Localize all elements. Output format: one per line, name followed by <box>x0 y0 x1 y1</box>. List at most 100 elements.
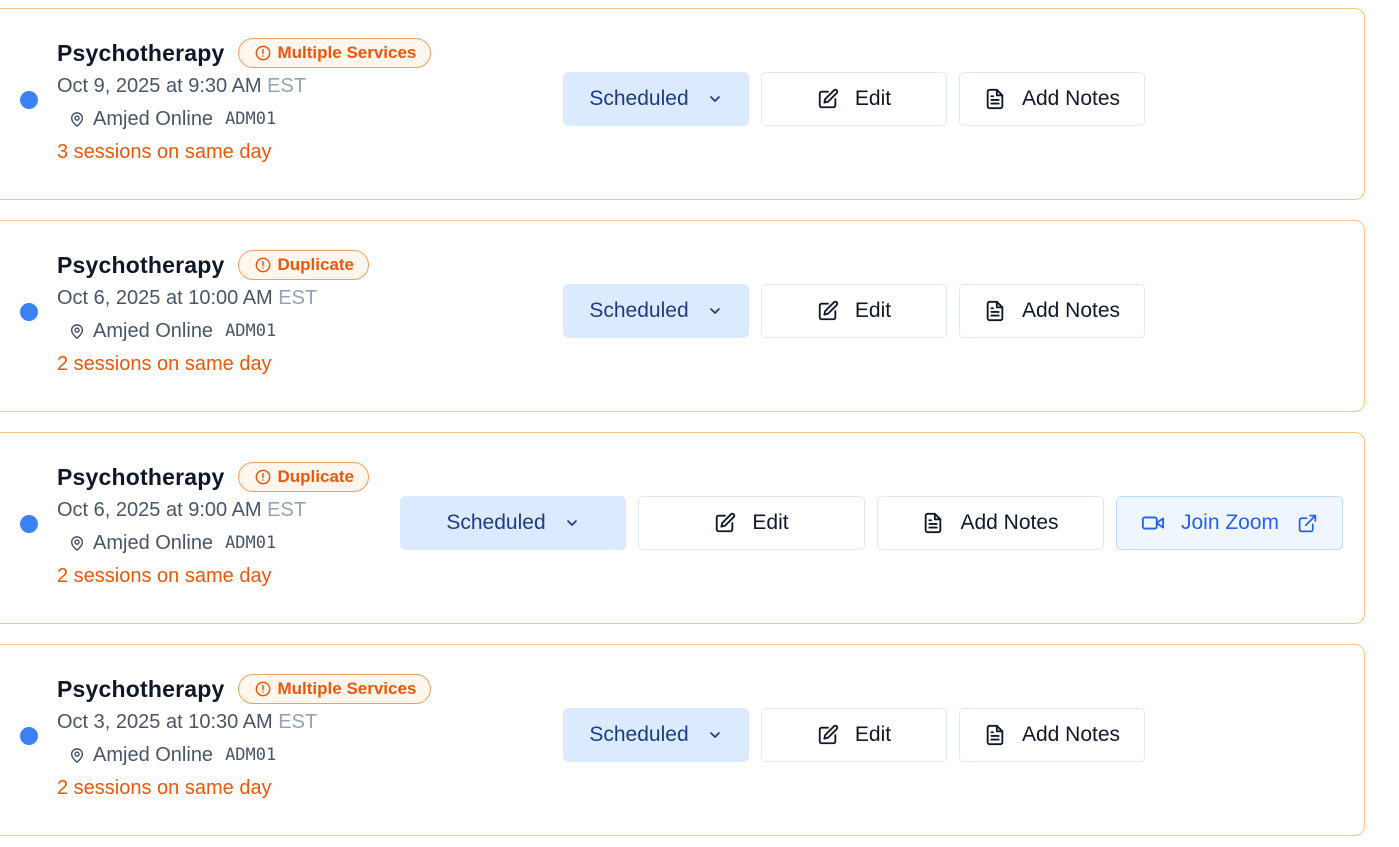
map-pin-icon <box>69 323 85 340</box>
edit-button[interactable]: Edit <box>761 284 947 338</box>
join-zoom-button[interactable]: Join Zoom <box>1116 496 1343 550</box>
location-name: Amjed Online <box>93 107 214 130</box>
edit-button[interactable]: Edit <box>761 72 947 126</box>
alert-circle-icon <box>255 45 271 61</box>
warning-badge: Duplicate <box>237 250 370 280</box>
appointment-info: Psychotherapy Multiple Services Oct 3, 2… <box>57 673 432 803</box>
appointment-date: Oct 6, 2025 at 9:00 AM <box>57 499 262 521</box>
appointment-location: Amjed Online ADM01 <box>57 103 431 135</box>
status-dot <box>20 727 38 745</box>
sessions-note: 2 sessions on same day <box>57 353 272 375</box>
appointment-card: Psychotherapy Duplicate Oct 6, 2025 at 9… <box>0 432 1365 624</box>
appointment-location: Amjed Online ADM01 <box>57 739 431 771</box>
appointment-info: Psychotherapy Duplicate Oct 6, 2025 at 1… <box>57 249 370 379</box>
chevron-down-icon <box>707 727 723 743</box>
appointment-card: Psychotherapy Multiple Services Oct 3, 2… <box>0 644 1365 836</box>
edit-button[interactable]: Edit <box>638 496 865 550</box>
location-name: Amjed Online <box>93 743 214 766</box>
file-text-icon <box>984 300 1006 322</box>
add-notes-label: Add Notes <box>960 511 1059 534</box>
status-dropdown[interactable]: Scheduled <box>563 708 749 762</box>
status-dot <box>20 303 38 321</box>
appointment-location: Amjed Online ADM01 <box>57 527 369 559</box>
edit-icon <box>714 512 736 534</box>
map-pin-icon <box>69 747 85 764</box>
file-text-icon <box>922 512 944 534</box>
add-notes-label: Add Notes <box>1021 87 1121 110</box>
edit-icon <box>817 724 839 746</box>
alert-circle-icon <box>255 681 271 697</box>
appointment-date: Oct 3, 2025 at 10:30 AM <box>57 711 273 733</box>
badge-label: Multiple Services <box>277 679 417 698</box>
alert-circle-icon <box>255 257 271 273</box>
badge-label: Multiple Services <box>277 43 417 62</box>
appointment-datetime: Oct 9, 2025 at 9:30 AM EST <box>57 71 431 101</box>
add-notes-label: Add Notes <box>1021 723 1121 746</box>
appointment-title: Psychotherapy <box>57 675 225 702</box>
edit-icon <box>817 300 839 322</box>
alert-circle-icon <box>255 469 271 485</box>
location-code: ADM01 <box>225 109 277 129</box>
appointment-list: Psychotherapy Multiple Services Oct 9, 2… <box>0 0 1399 847</box>
appointment-card: Psychotherapy Duplicate Oct 6, 2025 at 1… <box>0 220 1365 412</box>
edit-icon <box>817 88 839 110</box>
status-dropdown[interactable]: Scheduled <box>563 284 749 338</box>
sessions-note: 3 sessions on same day <box>57 141 272 163</box>
appointment-info: Psychotherapy Multiple Services Oct 9, 2… <box>57 37 432 167</box>
location-code: ADM01 <box>225 321 277 341</box>
chevron-down-icon <box>707 91 723 107</box>
timezone: EST <box>278 287 318 309</box>
add-notes-label: Add Notes <box>1021 299 1121 322</box>
sessions-note: 2 sessions on same day <box>57 565 272 587</box>
add-notes-button[interactable]: Add Notes <box>959 708 1145 762</box>
appointment-actions: Scheduled Edit Add Notes Join Zoom <box>400 496 1343 550</box>
join-zoom-label: Join Zoom <box>1180 511 1280 534</box>
file-text-icon <box>984 88 1006 110</box>
warning-badge: Multiple Services <box>237 674 432 704</box>
location-code: ADM01 <box>225 745 277 765</box>
appointment-title: Psychotherapy <box>57 39 225 66</box>
edit-label: Edit <box>854 87 892 110</box>
chevron-down-icon <box>707 303 723 319</box>
appointment-datetime: Oct 6, 2025 at 9:00 AM EST <box>57 495 369 525</box>
appointment-title: Psychotherapy <box>57 463 225 490</box>
appointment-actions: Scheduled Edit Add Notes <box>563 284 1145 338</box>
status-dot <box>20 515 38 533</box>
edit-label: Edit <box>854 723 892 746</box>
appointment-actions: Scheduled Edit Add Notes <box>563 708 1145 762</box>
edit-label: Edit <box>752 511 789 534</box>
status-dot <box>20 91 38 109</box>
appointment-location: Amjed Online ADM01 <box>57 315 369 347</box>
add-notes-button[interactable]: Add Notes <box>877 496 1104 550</box>
status-label: Scheduled <box>589 723 689 746</box>
edit-label: Edit <box>854 299 892 322</box>
appointment-datetime: Oct 3, 2025 at 10:30 AM EST <box>57 707 431 737</box>
edit-button[interactable]: Edit <box>761 708 947 762</box>
status-label: Scheduled <box>589 299 689 322</box>
location-name: Amjed Online <box>93 319 214 342</box>
warning-badge: Duplicate <box>237 462 370 492</box>
file-text-icon <box>984 724 1006 746</box>
add-notes-button[interactable]: Add Notes <box>959 284 1145 338</box>
badge-label: Duplicate <box>277 255 355 274</box>
map-pin-icon <box>69 111 85 128</box>
timezone: EST <box>267 499 307 521</box>
status-label: Scheduled <box>589 87 689 110</box>
status-dropdown[interactable]: Scheduled <box>563 72 749 126</box>
chevron-down-icon <box>564 515 580 531</box>
status-label: Scheduled <box>446 511 546 534</box>
appointment-date: Oct 9, 2025 at 9:30 AM <box>57 75 262 97</box>
status-dropdown[interactable]: Scheduled <box>400 496 626 550</box>
timezone: EST <box>278 711 318 733</box>
warning-badge: Multiple Services <box>237 38 432 68</box>
location-code: ADM01 <box>225 533 277 553</box>
appointment-card: Psychotherapy Multiple Services Oct 9, 2… <box>0 8 1365 200</box>
sessions-note: 2 sessions on same day <box>57 777 272 799</box>
add-notes-button[interactable]: Add Notes <box>959 72 1145 126</box>
timezone: EST <box>267 75 307 97</box>
video-icon <box>1141 513 1165 533</box>
badge-label: Duplicate <box>277 467 355 486</box>
appointment-actions: Scheduled Edit Add Notes <box>563 72 1145 126</box>
appointment-datetime: Oct 6, 2025 at 10:00 AM EST <box>57 283 369 313</box>
appointment-info: Psychotherapy Duplicate Oct 6, 2025 at 9… <box>57 461 370 591</box>
